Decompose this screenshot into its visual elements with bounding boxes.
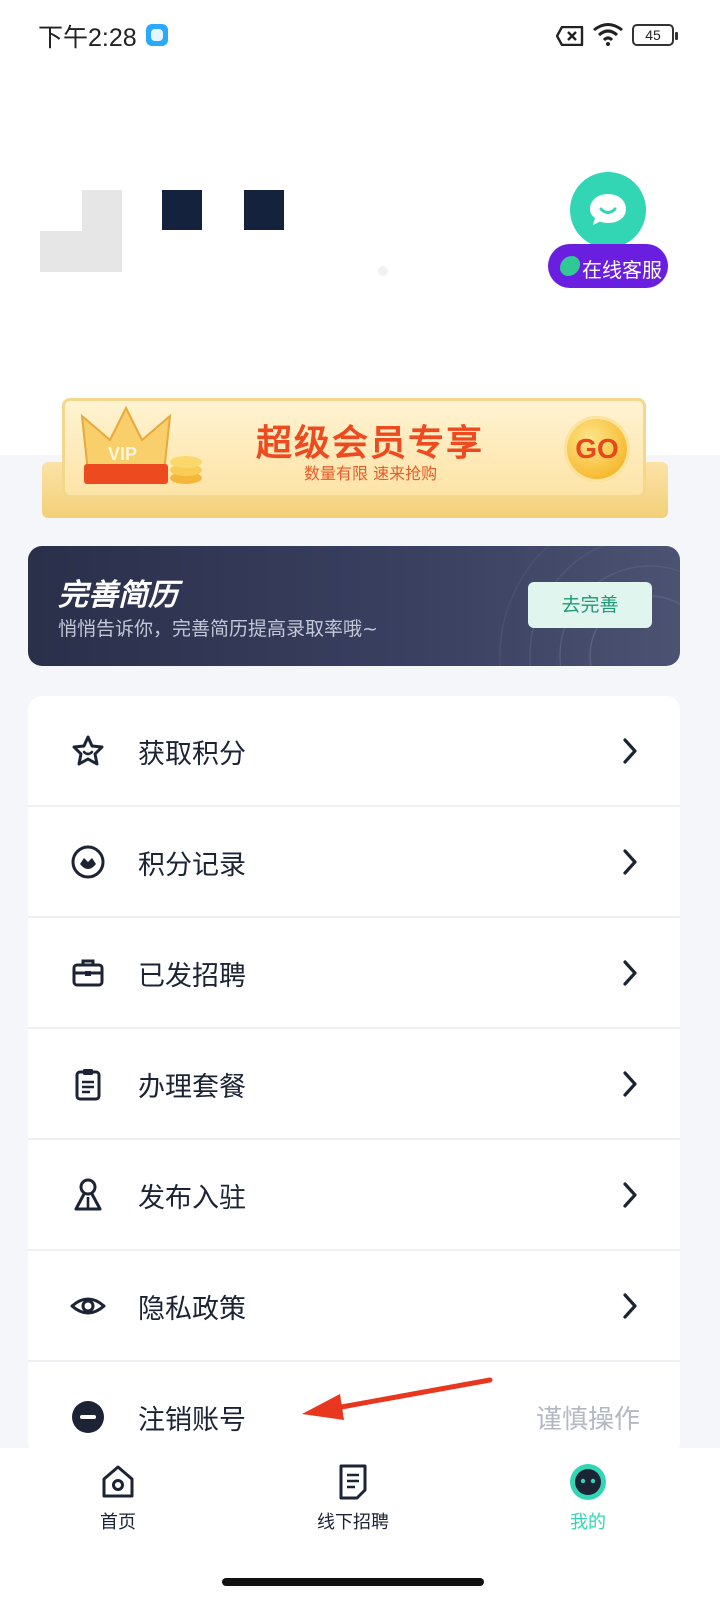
menu-item-label: 发布入驻 bbox=[138, 1183, 246, 1214]
chevron-right-icon bbox=[623, 738, 637, 764]
no-sim-icon bbox=[556, 26, 584, 46]
leaf-icon bbox=[560, 256, 580, 276]
menu-item-label: 隐私政策 bbox=[138, 1294, 246, 1325]
annotation-arrow-icon bbox=[302, 1377, 493, 1420]
decorative-dot bbox=[378, 266, 388, 276]
chevron-right-icon bbox=[623, 849, 637, 875]
menu-list: 获取积分 积分记录 已发招聘 办理套餐 发布入驻 隐私政策 注销账号 谨慎操作 bbox=[28, 696, 680, 1456]
menu-item-packages[interactable]: 办理套餐 bbox=[28, 1029, 680, 1140]
nav-offline-recruitment[interactable]: 线下招聘 bbox=[283, 1462, 423, 1534]
caution-note: 谨慎操作 bbox=[536, 1405, 641, 1435]
chevron-right-icon bbox=[623, 1182, 637, 1208]
person-icon bbox=[74, 1178, 102, 1211]
vip-title: 超级会员专享 bbox=[256, 423, 485, 464]
mosaic-block bbox=[244, 190, 284, 230]
eye-icon bbox=[70, 1297, 106, 1315]
home-icon bbox=[102, 1465, 134, 1498]
menu-item-label: 获取积分 bbox=[138, 739, 246, 770]
menu-item-points-record[interactable]: 积分记录 bbox=[28, 807, 680, 918]
nav-label: 线下招聘 bbox=[317, 1512, 389, 1533]
menu-item-get-points[interactable]: 获取积分 bbox=[28, 696, 680, 807]
complete-resume-button[interactable]: 去完善 bbox=[528, 582, 652, 628]
crown-vip-text: VIP bbox=[108, 444, 137, 464]
chat-bubble-icon bbox=[590, 194, 626, 225]
mosaic-block bbox=[162, 190, 202, 230]
status-time: 下午2:28 bbox=[38, 24, 137, 52]
resume-card[interactable]: 完善简历 悄悄告诉你，完善简历提高录取率哦~ 去完善 bbox=[28, 546, 680, 666]
home-indicator[interactable] bbox=[222, 1578, 484, 1586]
nav-home[interactable]: 首页 bbox=[48, 1462, 188, 1534]
profile-face-icon bbox=[570, 1464, 606, 1500]
star-icon bbox=[72, 735, 104, 766]
resume-subtitle: 悄悄告诉你，完善简历提高录取率哦~ bbox=[58, 618, 378, 640]
menu-item-label: 积分记录 bbox=[138, 850, 246, 881]
customer-service-text: 在线客服 bbox=[582, 258, 662, 282]
vip-crown-icon: VIP bbox=[80, 405, 202, 484]
go-label: GO bbox=[575, 433, 619, 464]
menu-item-posted-jobs[interactable]: 已发招聘 bbox=[28, 918, 680, 1029]
menu-item-label: 已发招聘 bbox=[138, 961, 246, 992]
resume-title: 完善简历 bbox=[58, 578, 178, 613]
app-notification-icon bbox=[146, 24, 168, 46]
menu-item-privacy-policy[interactable]: 隐私政策 bbox=[28, 1251, 680, 1362]
document-icon bbox=[339, 1464, 367, 1500]
vip-subtitle: 数量有限 速来抢购 bbox=[304, 464, 438, 483]
customer-service-button[interactable] bbox=[570, 172, 646, 248]
mosaic-block bbox=[40, 190, 82, 231]
vip-go-button[interactable]: GO bbox=[564, 416, 630, 482]
status-bar: 下午2:28 45 bbox=[0, 0, 720, 70]
chevron-right-icon bbox=[623, 960, 637, 986]
menu-item-publish-join[interactable]: 发布入驻 bbox=[28, 1140, 680, 1251]
nav-label: 首页 bbox=[100, 1512, 136, 1533]
profile-avatar-obscured[interactable] bbox=[40, 190, 300, 280]
clipboard-icon bbox=[75, 1069, 101, 1101]
nav-label: 我的 bbox=[570, 1512, 606, 1533]
nav-profile[interactable]: 我的 bbox=[518, 1462, 658, 1534]
customer-service-label[interactable]: 在线客服 bbox=[548, 244, 668, 288]
battery-indicator: 45 bbox=[632, 24, 678, 46]
wifi-icon bbox=[593, 23, 623, 46]
minus-circle-icon bbox=[72, 1401, 104, 1433]
chevron-right-icon bbox=[623, 1071, 637, 1097]
menu-item-label: 注销账号 bbox=[138, 1405, 246, 1436]
briefcase-icon bbox=[72, 959, 104, 987]
menu-item-label: 办理套餐 bbox=[138, 1072, 246, 1103]
points-record-icon bbox=[71, 845, 105, 879]
chevron-right-icon bbox=[623, 1293, 637, 1319]
